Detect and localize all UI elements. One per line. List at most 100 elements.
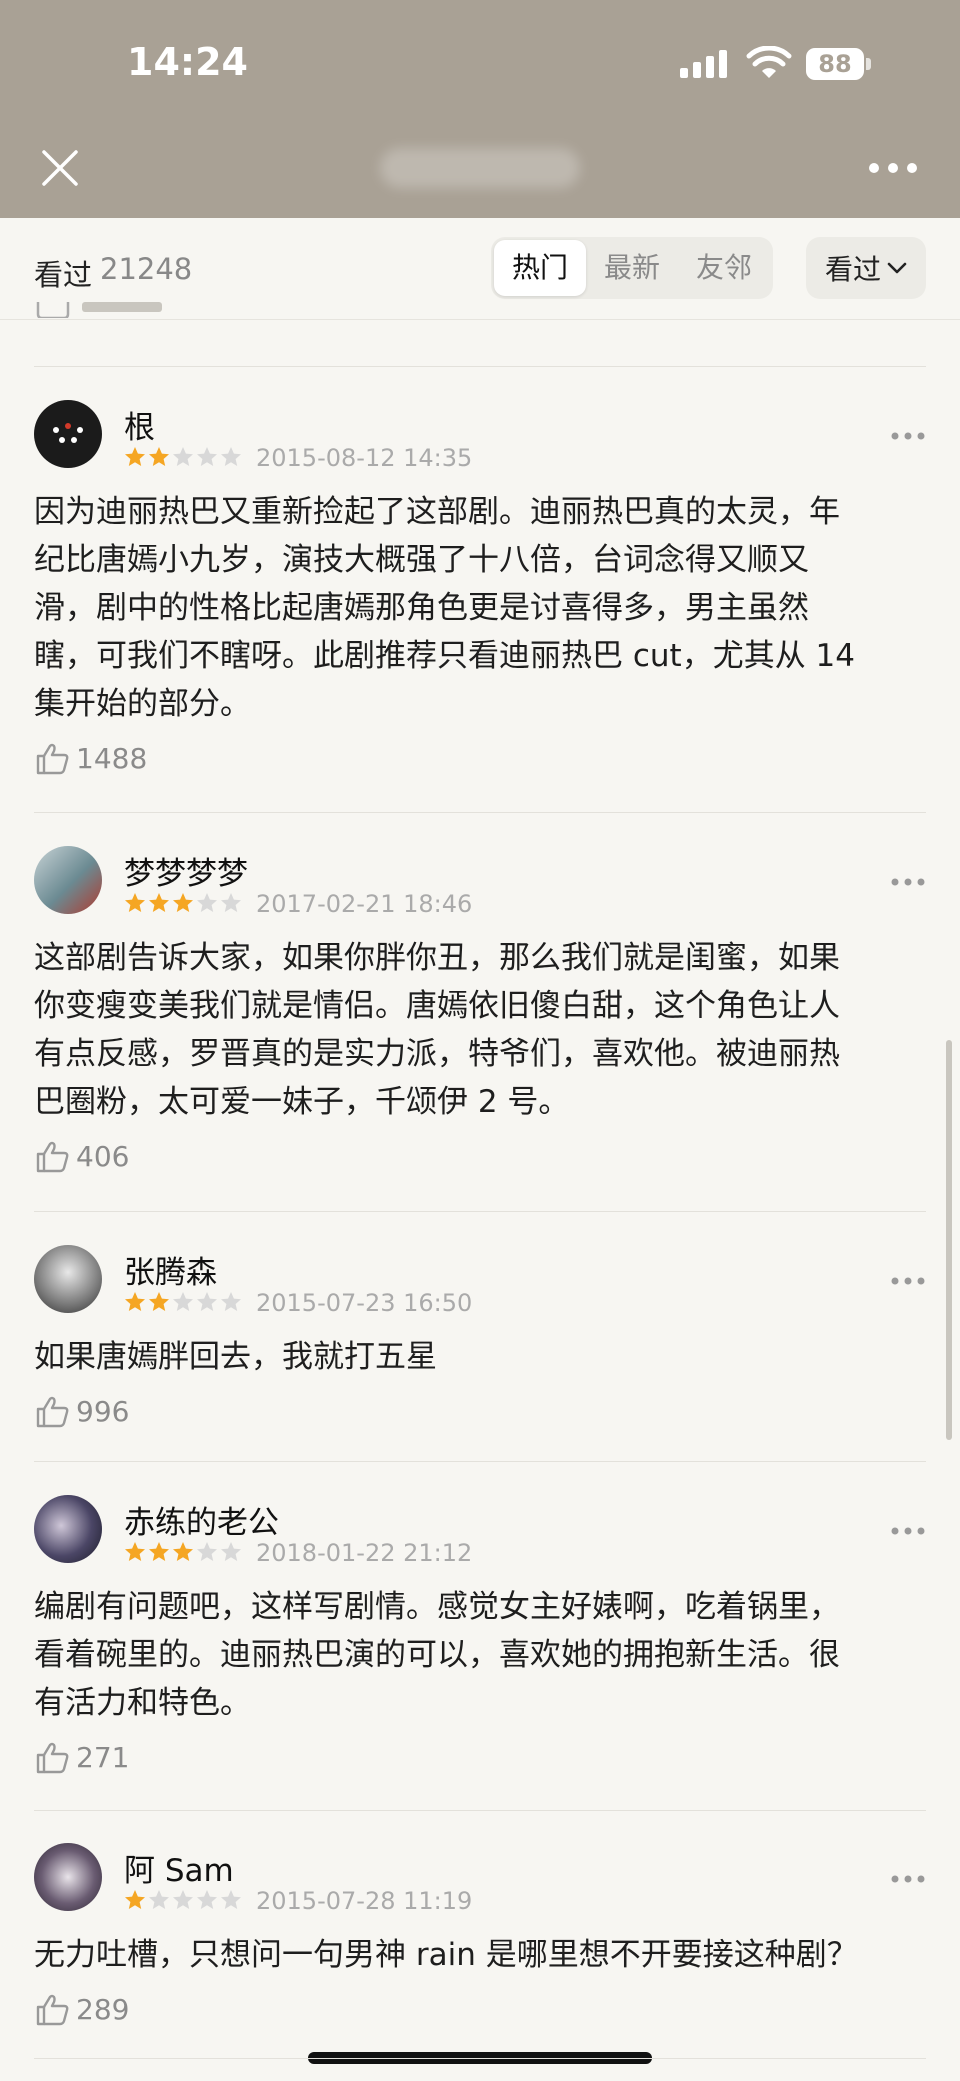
- review-content: 无力吐槽，只想问一句男神 rain 是哪里想不开要接这种剧？: [34, 1931, 914, 1979]
- star-icon: [149, 1542, 169, 1561]
- sort-segment: 热门 最新 友邻: [491, 237, 773, 299]
- rating-stars: [124, 446, 242, 468]
- chevron-down-icon: [887, 262, 907, 274]
- rating-stars: [124, 892, 242, 914]
- close-icon[interactable]: [40, 148, 80, 188]
- rating-stars: [124, 1889, 242, 1911]
- watched-label: 看过: [34, 258, 93, 292]
- star-icon: [197, 1542, 217, 1561]
- like-count: 289: [76, 1993, 130, 2026]
- star-icon: [149, 1890, 169, 1909]
- star-icon: [197, 447, 217, 466]
- star-icon: [125, 1292, 145, 1311]
- like-button[interactable]: 289: [36, 1993, 129, 2026]
- more-icon[interactable]: [890, 430, 926, 442]
- star-icon: [125, 893, 145, 912]
- avatar[interactable]: [34, 1843, 102, 1911]
- star-icon: [173, 1292, 193, 1311]
- watched-count: 21248: [100, 252, 193, 286]
- status-time: 14:24: [127, 40, 248, 84]
- review-text-line: 编剧有问题吧，这样写剧情。感觉女主好婊啊，吃着锅里，: [34, 1589, 840, 1625]
- like-button[interactable]: 271: [36, 1741, 129, 1774]
- star-icon: [221, 1542, 241, 1561]
- more-icon[interactable]: [890, 1275, 926, 1287]
- like-count: 1488: [76, 742, 148, 775]
- username[interactable]: 根: [124, 402, 155, 447]
- rating-stars: [124, 1291, 242, 1313]
- star-icon: [221, 447, 241, 466]
- star-icon: [221, 1890, 241, 1909]
- more-icon[interactable]: [890, 1525, 926, 1537]
- divider: [34, 366, 926, 367]
- review-text-line: 如果唐嫣胖回去，我就打五星: [34, 1339, 437, 1375]
- tab-hot[interactable]: 热门: [494, 240, 586, 296]
- review-text-line: 有活力和特色。: [34, 1685, 251, 1721]
- divider: [34, 1810, 926, 1811]
- review-text-line: 看着碗里的。迪丽热巴演的可以，喜欢她的拥抱新生活。很: [34, 1637, 840, 1673]
- like-button[interactable]: 1488: [36, 742, 147, 775]
- star-icon: [125, 1890, 145, 1909]
- nav-title-blurred: [380, 148, 580, 188]
- review-text-line: 瞎，可我们不瞎呀。此剧推荐只看迪丽热巴 cut，尤其从 14: [34, 638, 855, 674]
- star-icon: [173, 1542, 193, 1561]
- username[interactable]: 赤练的老公: [124, 1497, 279, 1542]
- like-count: 996: [76, 1395, 130, 1428]
- avatar[interactable]: [34, 846, 102, 914]
- like-button[interactable]: 406: [36, 1140, 129, 1173]
- review-content: 因为迪丽热巴又重新捡起了这部剧。迪丽热巴真的太灵，年 纪比唐嫣小九岁，演技大概强了…: [34, 488, 914, 728]
- review-text-line: 有点反感，罗晋真的是实力派，特爷们，喜欢他。被迪丽热: [34, 1036, 840, 1072]
- like-button[interactable]: 996: [36, 1395, 129, 1428]
- more-icon[interactable]: [890, 1873, 926, 1885]
- wifi-icon: [746, 46, 792, 78]
- cellular-signal-icon: [680, 50, 727, 78]
- thumb-up-icon: [36, 1742, 69, 1773]
- divider: [34, 1461, 926, 1462]
- tab-latest[interactable]: 最新: [586, 240, 678, 296]
- divider: [34, 1211, 926, 1212]
- review-text-line: 集开始的部分。: [34, 686, 251, 722]
- thumb-up-icon: [36, 743, 69, 774]
- star-icon: [221, 893, 241, 912]
- avatar[interactable]: [34, 1495, 102, 1563]
- like-count: 271: [76, 1741, 130, 1774]
- thumb-up-icon: [36, 1396, 69, 1427]
- rating-stars: [124, 1541, 242, 1563]
- review-date: 2015-07-23 16:50: [256, 1289, 473, 1317]
- divider: [34, 2058, 926, 2059]
- tab-friends[interactable]: 友邻: [678, 240, 770, 296]
- star-icon: [197, 1292, 217, 1311]
- review-text-line: 巴圈粉，太可爱一妹子，千颂伊 2 号。: [34, 1084, 570, 1120]
- battery-level: 88: [806, 48, 864, 80]
- watched-dropdown[interactable]: 看过: [806, 237, 926, 299]
- scrollbar[interactable]: [946, 1040, 952, 1440]
- review-content: 如果唐嫣胖回去，我就打五星: [34, 1333, 914, 1381]
- star-icon: [125, 447, 145, 466]
- star-icon: [125, 1542, 145, 1561]
- more-icon[interactable]: [868, 160, 918, 176]
- star-icon: [221, 1292, 241, 1311]
- star-icon: [149, 893, 169, 912]
- avatar[interactable]: [34, 400, 102, 468]
- star-icon: [173, 1890, 193, 1909]
- watched-dropdown-label: 看过: [824, 253, 881, 286]
- review-text-line: 无力吐槽，只想问一句男神 rain 是哪里想不开要接这种剧？: [34, 1937, 858, 1973]
- review-text-line: 因为迪丽热巴又重新捡起了这部剧。迪丽热巴真的太灵，年: [34, 494, 840, 530]
- review-text-line: 纪比唐嫣小九岁，演技大概强了十八倍，台词念得又顺又: [34, 542, 809, 578]
- star-icon: [197, 1890, 217, 1909]
- review-text-line: 这部剧告诉大家，如果你胖你丑，那么我们就是闺蜜，如果: [34, 940, 840, 976]
- more-icon[interactable]: [890, 876, 926, 888]
- username[interactable]: 张腾森: [124, 1247, 217, 1292]
- username[interactable]: 阿 Sam: [124, 1845, 234, 1890]
- avatar[interactable]: [34, 1245, 102, 1313]
- battery-indicator: 88: [806, 48, 871, 80]
- thumb-up-icon: [36, 302, 162, 318]
- review-content: 编剧有问题吧，这样写剧情。感觉女主好婊啊，吃着锅里， 看着碗里的。迪丽热巴演的可以…: [34, 1583, 914, 1727]
- review-date: 2018-01-22 21:12: [256, 1539, 473, 1567]
- star-icon: [197, 893, 217, 912]
- thumb-up-icon: [36, 1141, 69, 1172]
- battery-cap: [866, 58, 871, 70]
- like-count: 406: [76, 1140, 130, 1173]
- username[interactable]: 梦梦梦梦: [124, 848, 248, 893]
- divider: [34, 812, 926, 813]
- top-bar: 14:24 88: [0, 0, 960, 218]
